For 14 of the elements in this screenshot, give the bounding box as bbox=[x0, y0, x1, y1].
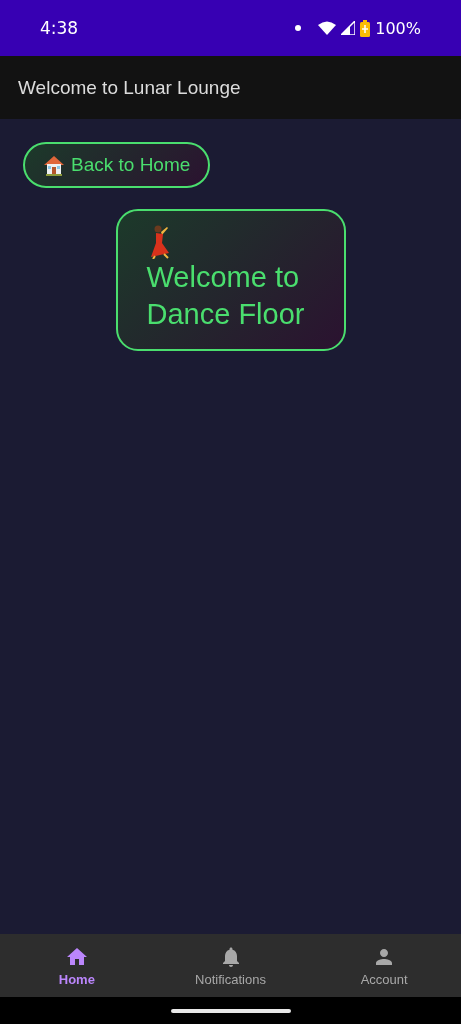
home-indicator[interactable] bbox=[170, 1008, 291, 1013]
house-icon bbox=[43, 154, 65, 176]
battery-percent: 100% bbox=[375, 18, 421, 38]
nav-account-tab[interactable]: Account bbox=[307, 934, 461, 997]
nav-home-tab[interactable]: Home bbox=[0, 934, 154, 997]
status-time: 4:38 bbox=[40, 18, 79, 38]
nav-notifications-tab[interactable]: Notifications bbox=[153, 934, 308, 997]
card-title: Welcome to Dance Floor bbox=[146, 260, 306, 332]
battery-icon bbox=[360, 19, 371, 37]
wifi-icon bbox=[318, 21, 337, 35]
app-bar-title: Welcome to Lunar Lounge bbox=[18, 76, 241, 99]
signal-icon bbox=[341, 21, 356, 35]
notification-dot-icon bbox=[295, 25, 302, 31]
back-to-home-button[interactable]: Back to Home bbox=[23, 142, 211, 188]
